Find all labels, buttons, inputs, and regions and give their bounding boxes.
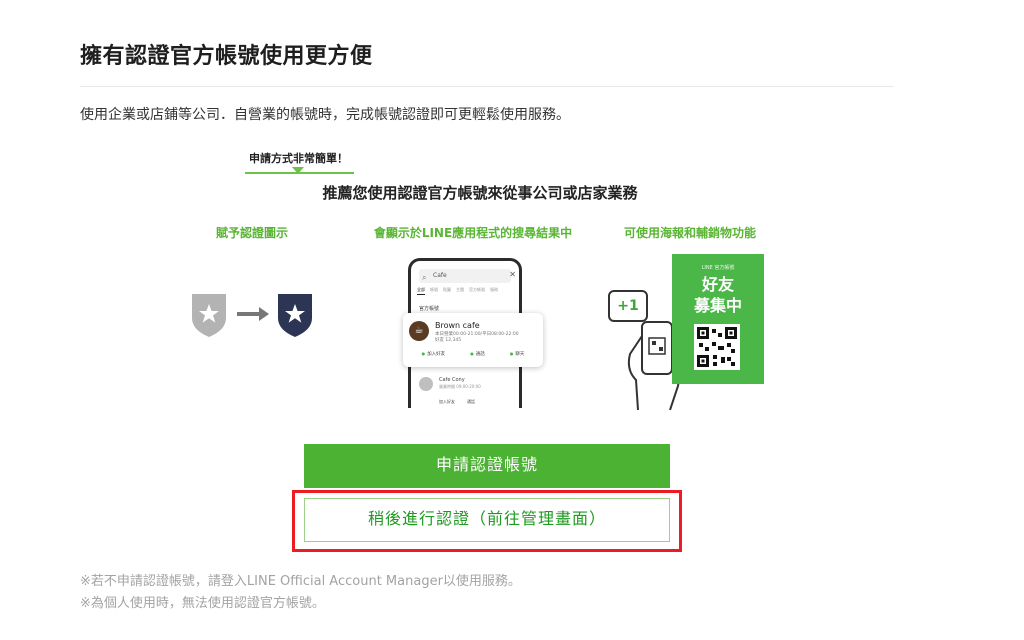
phone-search-bar: ⌕ Cafe xyxy=(419,269,511,283)
list-item-meta: 營業時間 09:00-20:00 xyxy=(439,384,481,389)
apply-verification-button[interactable]: 申請認證帳號 xyxy=(304,444,670,488)
avatar xyxy=(419,377,433,391)
verification-promo-illustration: 申請方式非常簡單！ 推薦您使用認證官方帳號來從事公司或店家業務 賦予認證圖示 會… xyxy=(180,140,780,412)
page-title: 擁有認證官方帳號使用更方便 xyxy=(80,44,373,69)
poster-top-label: LINE 官方帳號 xyxy=(701,265,735,271)
poster-title-line: 募集中 xyxy=(693,296,742,315)
speech-bubble-tail xyxy=(292,167,304,174)
feature-label-poster: 可使用海報和輔銷物功能 xyxy=(623,226,756,240)
plus-one-badge: +1 xyxy=(608,290,648,322)
cafe-meta: 本日營業00:00-21:00/平日08:00-22:00 好友 12,345 xyxy=(435,332,519,344)
phone-tab: 服務 xyxy=(490,287,498,292)
list-item-name: Cafe Cony xyxy=(439,377,465,383)
phone-search-mockup: ⌕ Cafe ✕ 全部 帳號 貼圖 主題 官方帳號 服務 官方帳號 ☕ Brow… xyxy=(403,258,543,409)
list-item-action: 通話 xyxy=(467,399,475,404)
divider xyxy=(80,86,894,87)
arrow-right-icon xyxy=(235,304,271,324)
feature-label-search: 會顯示於LINE應用程式的搜尋結果中 xyxy=(373,226,573,240)
phone-tab: 主題 xyxy=(456,287,464,292)
qr-code-icon xyxy=(694,324,740,370)
badge-transition xyxy=(190,290,320,342)
phone-tab: 官方帳號 xyxy=(469,287,485,292)
close-icon: ✕ xyxy=(509,270,516,279)
poster-title: 好友 募集中 xyxy=(672,274,764,316)
card-action: 加入好友 xyxy=(422,351,445,361)
verify-later-button[interactable]: 稍後進行認證（前往管理畫面） xyxy=(304,498,670,542)
footnote: ※為個人使用時，無法使用認證官方帳號。 xyxy=(80,596,325,611)
card-action: 通話 xyxy=(470,351,485,361)
search-icon: ⌕ xyxy=(422,273,427,282)
promo-headline: 推薦您使用認證官方帳號來從事公司或店家業務 xyxy=(322,184,638,202)
phone-tab: 貼圖 xyxy=(443,287,451,292)
search-result-card: ☕ Brown cafe 本日營業00:00-21:00/平日08:00-22:… xyxy=(403,313,543,367)
list-item: Cafe Cony 營業時間 09:00-20:00 加入好友 通話 xyxy=(419,375,515,409)
list-item-actions: 加入好友 通話 xyxy=(439,399,475,405)
feature-label-badge: 賦予認證圖示 xyxy=(215,226,288,240)
phone-tabs: 全部 帳號 貼圖 主題 官方帳號 服務 xyxy=(417,287,517,295)
unverified-shield-icon xyxy=(190,290,228,338)
phone-search-value: Cafe xyxy=(433,272,447,279)
list-item-action: 加入好友 xyxy=(439,399,455,404)
cafe-name: Brown cafe xyxy=(435,321,480,330)
footnote: ※若不申請認證帳號，請登入LINE Official Account Manag… xyxy=(80,574,521,589)
poster-title-line: 好友 xyxy=(701,275,734,294)
phone-tab: 帳號 xyxy=(430,287,438,292)
friends-recruit-poster: LINE 官方帳號 好友 募集中 xyxy=(672,254,764,384)
phone-section-label: 官方帳號 xyxy=(419,306,440,312)
phone-tab: 全部 xyxy=(417,287,425,295)
cafe-friends: 好友 12,345 xyxy=(435,338,462,343)
coffee-cup-icon: ☕ xyxy=(409,321,429,341)
verified-shield-icon xyxy=(276,290,314,338)
intro-text: 使用企業或店鋪等公司．自營業的帳號時，完成帳號認證即可更輕鬆使用服務。 xyxy=(80,107,570,123)
card-actions: 加入好友 通話 聊天 xyxy=(409,351,537,361)
card-action: 聊天 xyxy=(510,351,524,361)
